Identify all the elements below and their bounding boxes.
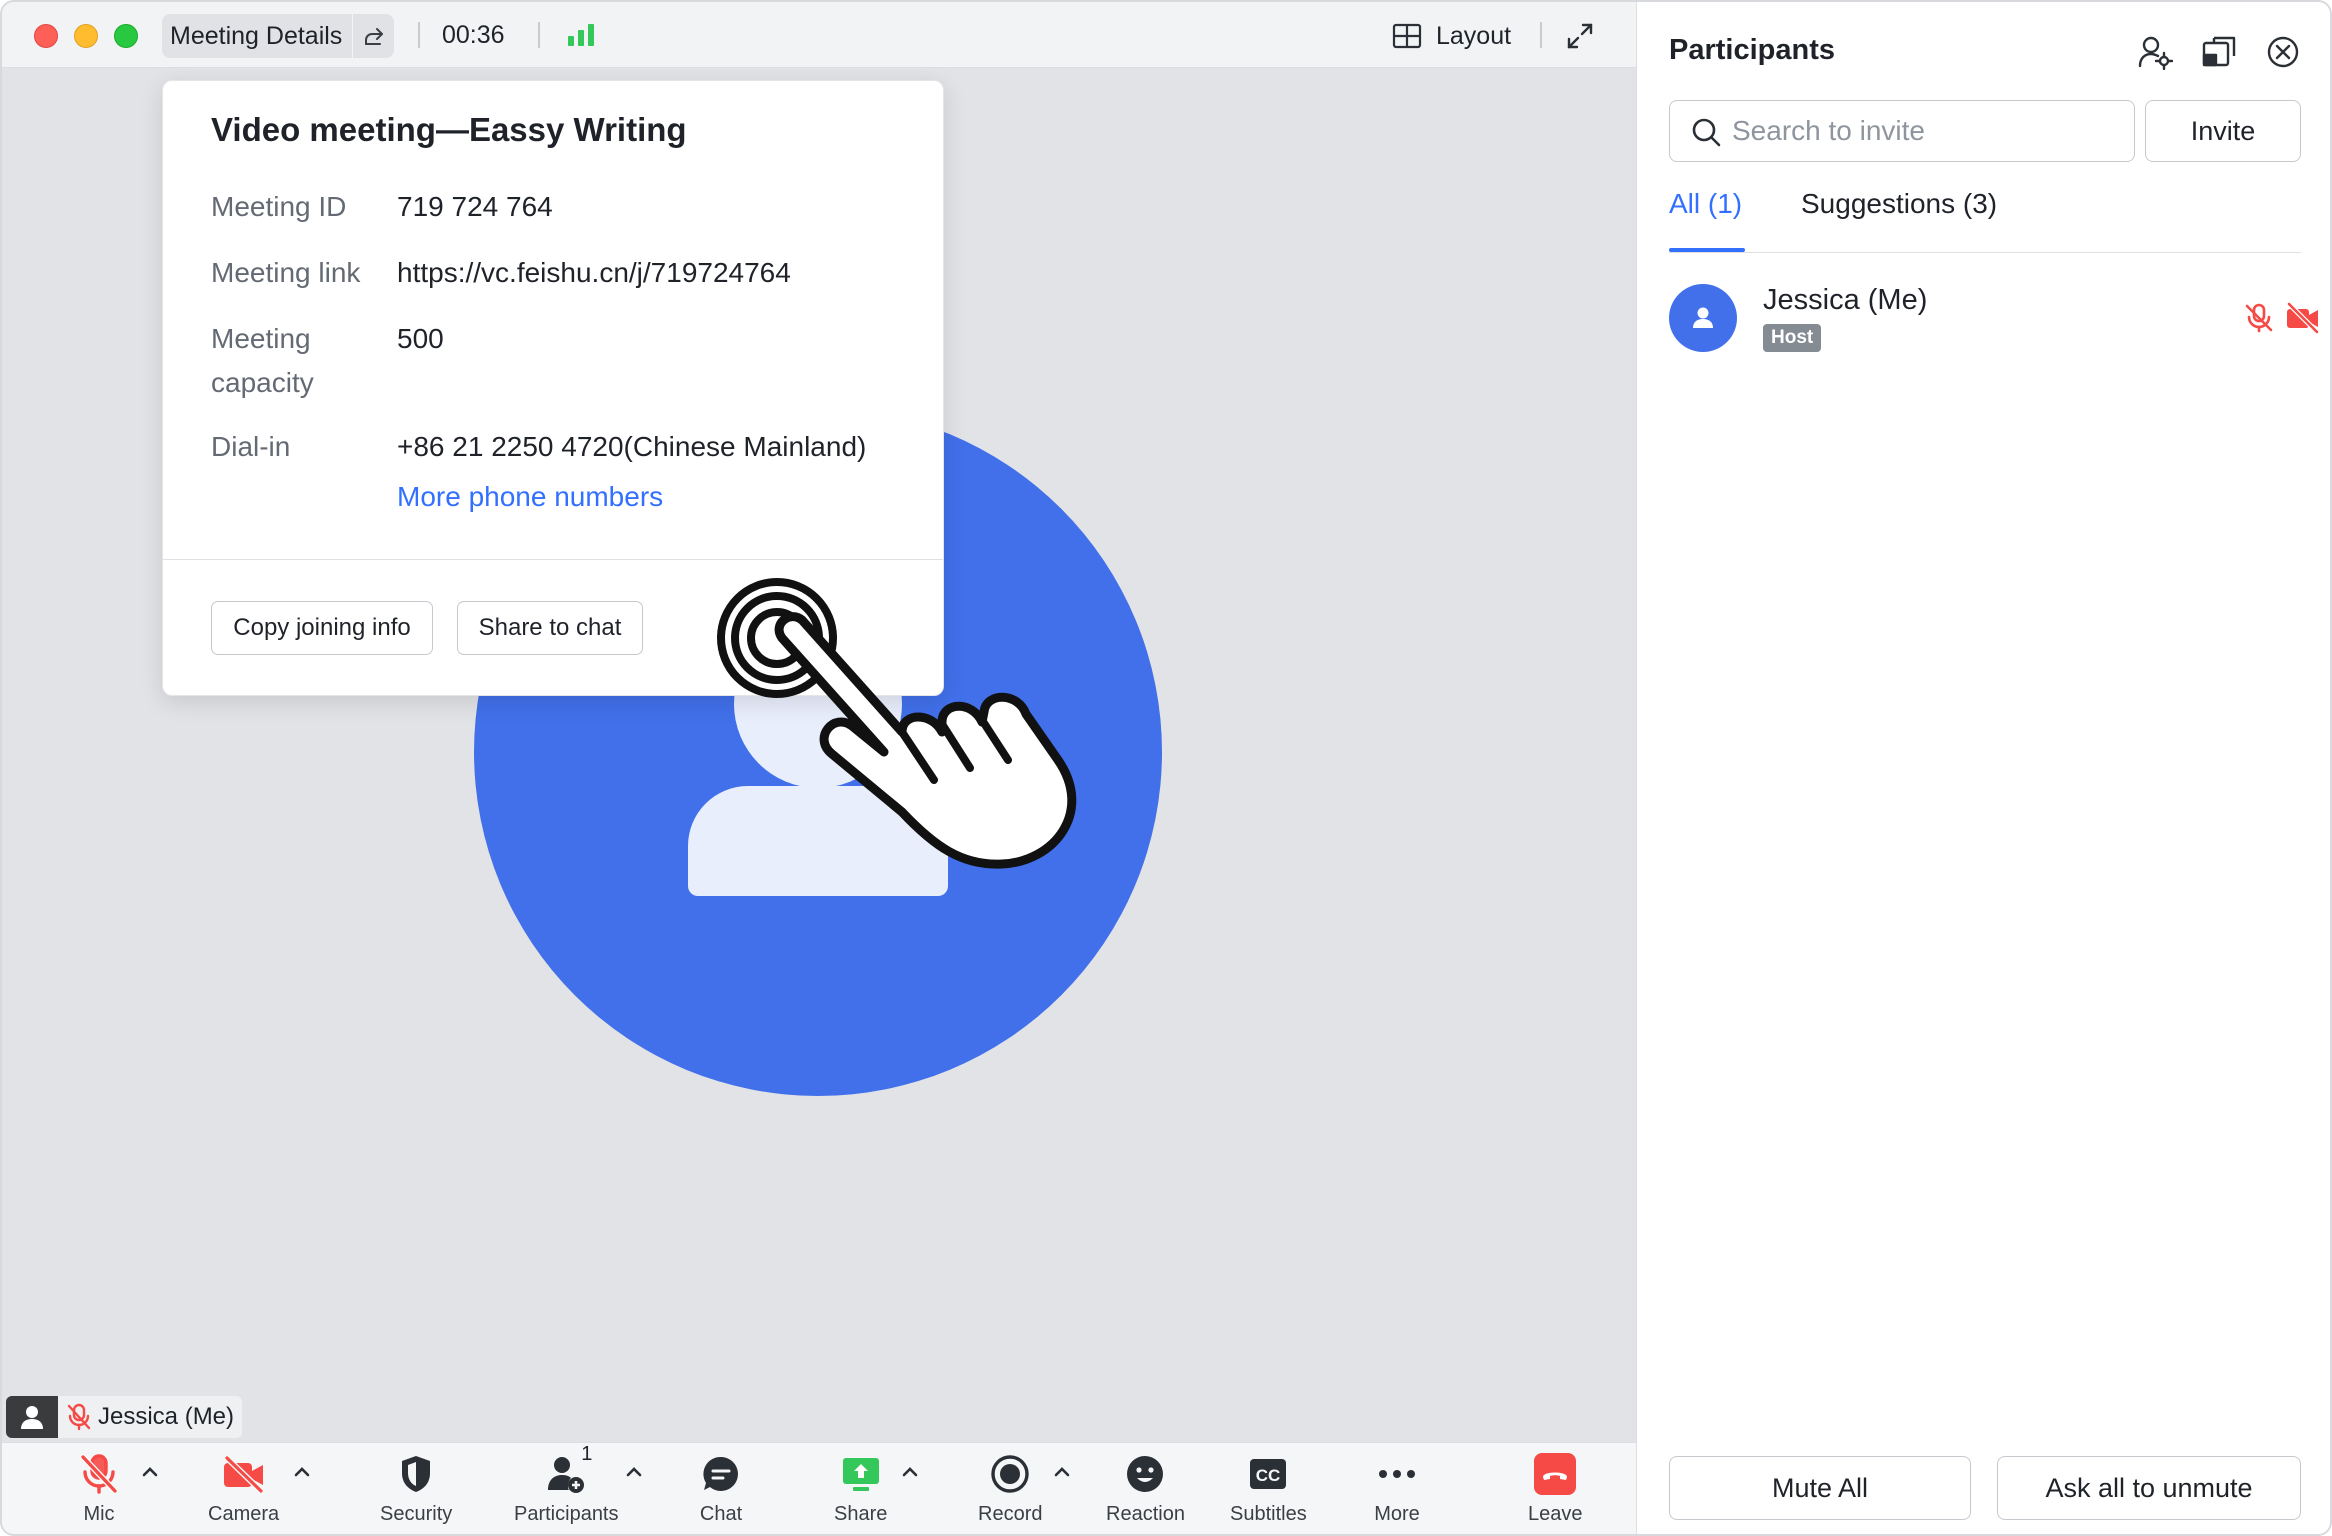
cc-icon: CC: [1245, 1451, 1291, 1497]
chat-button[interactable]: Chat: [698, 1451, 744, 1526]
share-screen-icon: [838, 1451, 884, 1497]
meeting-details-label: Meeting Details: [170, 21, 343, 50]
network-signal-icon: [566, 22, 596, 48]
zoom-window-button[interactable]: [114, 24, 138, 48]
chevron-up-icon[interactable]: [1052, 1465, 1072, 1479]
video-name-tag: Jessica (Me): [6, 1396, 243, 1438]
close-panel-icon[interactable]: [2265, 34, 2301, 70]
video-stage: Meeting Details 00:36 Layout Video meeti…: [2, 2, 1636, 1534]
tap-gesture-icon: [717, 578, 1077, 869]
avatar: [1669, 284, 1737, 352]
user-icon: [6, 1396, 58, 1438]
ask-all-to-unmute-button[interactable]: Ask all to unmute: [1997, 1456, 2301, 1520]
meeting-toolbar: Mic Camera Security 1 Participants Chat …: [2, 1442, 1636, 1534]
mute-all-button[interactable]: Mute All: [1669, 1456, 1971, 1520]
active-tab-indicator: [1669, 248, 1745, 252]
tab-suggestions[interactable]: Suggestions (3): [1801, 188, 1997, 220]
camera-off-icon: [221, 1451, 267, 1497]
meeting-id-label: Meeting ID: [211, 191, 347, 222]
chevron-up-icon[interactable]: [624, 1465, 644, 1479]
meeting-title: Video meeting—Eassy Writing: [211, 111, 687, 148]
participants-label: Participants: [514, 1503, 619, 1525]
popover-divider: [163, 559, 943, 560]
participants-button[interactable]: 1 Participants: [514, 1443, 619, 1526]
pop-out-icon[interactable]: [2201, 34, 2237, 70]
camera-button[interactable]: Camera: [208, 1451, 279, 1526]
meeting-window: Meeting Details 00:36 Layout Video meeti…: [0, 0, 2332, 1536]
mic-button[interactable]: Mic: [76, 1451, 122, 1526]
search-icon: [1692, 118, 1721, 147]
participants-panel: Participants Invite All (1) Suggestions …: [1636, 2, 2330, 1534]
camera-label: Camera: [208, 1503, 280, 1525]
leave-label: Leave: [1528, 1503, 1583, 1525]
chat-label: Chat: [699, 1503, 743, 1525]
divider: [1540, 22, 1542, 48]
close-window-button[interactable]: [34, 24, 58, 48]
meeting-details-button[interactable]: Meeting Details: [162, 14, 394, 58]
divider: [418, 22, 420, 48]
chevron-up-icon[interactable]: [292, 1465, 312, 1479]
name-tag-label: Jessica (Me): [98, 1403, 235, 1430]
leave-button[interactable]: Leave: [1528, 1451, 1583, 1526]
chevron-up-icon[interactable]: [140, 1465, 160, 1479]
layout-label: Layout: [1436, 21, 1512, 50]
mic-muted-icon: [67, 1403, 91, 1431]
fullscreen-icon[interactable]: [1564, 20, 1596, 52]
chat-icon: [698, 1451, 744, 1497]
meeting-link-label: Meeting link: [211, 257, 361, 288]
share-to-chat-button[interactable]: Share to chat: [457, 601, 643, 655]
subtitles-button[interactable]: CC Subtitles: [1230, 1451, 1307, 1526]
more-phone-numbers-link[interactable]: More phone numbers: [397, 475, 663, 519]
camera-off-icon[interactable]: [2285, 302, 2321, 334]
security-label: Security: [380, 1503, 453, 1525]
security-button[interactable]: Security: [380, 1451, 452, 1526]
host-badge: Host: [1763, 324, 1822, 352]
meeting-capacity-value: 500: [397, 323, 444, 354]
meeting-link-value[interactable]: https://vc.feishu.cn/j/719724764: [397, 251, 791, 295]
search-input[interactable]: [1732, 115, 2112, 147]
meeting-timer: 00:36: [442, 21, 505, 49]
copy-joining-info-button[interactable]: Copy joining info: [211, 601, 433, 655]
more-button[interactable]: More: [1374, 1451, 1420, 1526]
more-label: More: [1374, 1503, 1420, 1525]
mic-label: Mic: [83, 1503, 115, 1525]
panel-title: Participants: [1669, 34, 1835, 66]
mic-muted-icon[interactable]: [2243, 302, 2275, 334]
manage-participants-icon[interactable]: [2137, 34, 2173, 70]
tabs-divider: [1669, 252, 2301, 253]
share-link-icon[interactable]: [352, 14, 394, 58]
reaction-button[interactable]: Reaction: [1106, 1451, 1185, 1526]
participants-icon: 1: [543, 1443, 592, 1497]
shield-icon: [393, 1451, 439, 1497]
grid-layout-icon: [1392, 23, 1422, 49]
invite-search-field[interactable]: [1669, 100, 2135, 162]
record-button[interactable]: Record: [978, 1451, 1042, 1526]
record-icon: [987, 1451, 1033, 1497]
share-button[interactable]: Share: [834, 1451, 887, 1526]
dial-in-label: Dial-in: [211, 431, 291, 462]
minimize-window-button[interactable]: [74, 24, 98, 48]
share-label: Share: [834, 1503, 888, 1525]
reaction-label: Reaction: [1106, 1503, 1185, 1525]
layout-button[interactable]: Layout: [1392, 16, 1511, 56]
participant-row[interactable]: Jessica (Me) Host: [1669, 284, 2319, 354]
svg-text:CC: CC: [1256, 1466, 1281, 1485]
hangup-icon: [1532, 1451, 1578, 1497]
participant-name: Jessica (Me): [1763, 284, 1928, 316]
more-dots-icon: [1374, 1451, 1420, 1497]
invite-button[interactable]: Invite: [2145, 100, 2301, 162]
title-bar: Meeting Details 00:36 Layout: [2, 2, 1636, 68]
participants-count: 1: [581, 1443, 593, 1465]
chevron-up-icon[interactable]: [900, 1465, 920, 1479]
mic-muted-icon: [76, 1451, 122, 1497]
tab-all[interactable]: All (1): [1669, 188, 1742, 220]
subtitles-label: Subtitles: [1230, 1503, 1307, 1525]
meeting-capacity-label: Meeting capacity: [211, 323, 314, 398]
record-label: Record: [978, 1503, 1043, 1525]
dial-in-value: +86 21 2250 4720(Chinese Mainland): [397, 431, 867, 462]
meeting-id-value[interactable]: 719 724 764: [397, 185, 553, 229]
smiley-icon: [1122, 1451, 1168, 1497]
divider: [538, 22, 540, 48]
